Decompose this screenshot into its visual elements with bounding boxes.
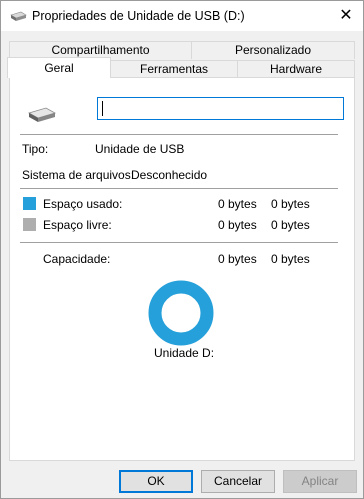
divider <box>20 188 338 189</box>
type-value: Unidade de USB <box>95 142 185 156</box>
capacity-bytes: 0 bytes <box>218 252 257 266</box>
cancel-label: Cancelar <box>213 474 263 488</box>
used-space-size: 0 bytes <box>271 197 310 211</box>
free-space-size: 0 bytes <box>271 218 310 232</box>
usb-drive-icon <box>10 11 27 21</box>
title-bar[interactable]: Propriedades de Unidade de USB (D:) ✕ <box>1 1 363 31</box>
used-space-swatch <box>23 197 36 210</box>
tab-label: Ferramentas <box>139 62 209 76</box>
ok-button[interactable]: OK <box>119 470 193 493</box>
tab-label: Geral <box>44 61 74 75</box>
free-space-swatch <box>23 218 36 231</box>
close-button[interactable]: ✕ <box>333 3 359 29</box>
divider <box>20 134 338 135</box>
drive-name-input[interactable] <box>97 97 344 120</box>
properties-dialog: Propriedades de Unidade de USB (D:) ✕ Co… <box>0 0 364 499</box>
free-space-label: Espaço livre: <box>43 218 112 232</box>
tab-ferramentas[interactable]: Ferramentas <box>110 60 238 78</box>
capacity-size: 0 bytes <box>271 252 310 266</box>
used-space-label: Espaço usado: <box>43 197 123 211</box>
apply-label: Aplicar <box>301 474 339 488</box>
close-icon: ✕ <box>339 7 353 24</box>
filesystem-label: Sistema de arquivos: <box>22 168 135 182</box>
free-space-bytes: 0 bytes <box>218 218 257 232</box>
used-space-bytes: 0 bytes <box>218 197 257 211</box>
tab-label: Personalizado <box>234 43 312 57</box>
drive-caption: Unidade D: <box>154 346 215 360</box>
cancel-button[interactable]: Cancelar <box>201 470 275 493</box>
tab-label: Hardware <box>269 62 323 76</box>
window-title: Propriedades de Unidade de USB (D:) <box>32 9 245 23</box>
usb-drive-icon <box>27 107 57 122</box>
tab-label: Compartilhamento <box>51 43 150 57</box>
general-panel: Tipo: Unidade de USB Sistema de arquivos… <box>9 77 355 461</box>
filesystem-value: Desconhecido <box>131 168 208 182</box>
divider <box>20 242 338 243</box>
ok-label: OK <box>147 474 165 488</box>
capacity-label: Capacidade: <box>43 252 111 266</box>
type-label: Tipo: <box>22 142 49 156</box>
text-caret <box>102 101 103 116</box>
tab-geral[interactable]: Geral <box>7 57 111 78</box>
tab-hardware[interactable]: Hardware <box>237 60 355 78</box>
apply-button[interactable]: Aplicar <box>283 470 357 493</box>
tab-personalizado[interactable]: Personalizado <box>191 41 355 59</box>
capacity-donut-chart <box>148 280 214 346</box>
